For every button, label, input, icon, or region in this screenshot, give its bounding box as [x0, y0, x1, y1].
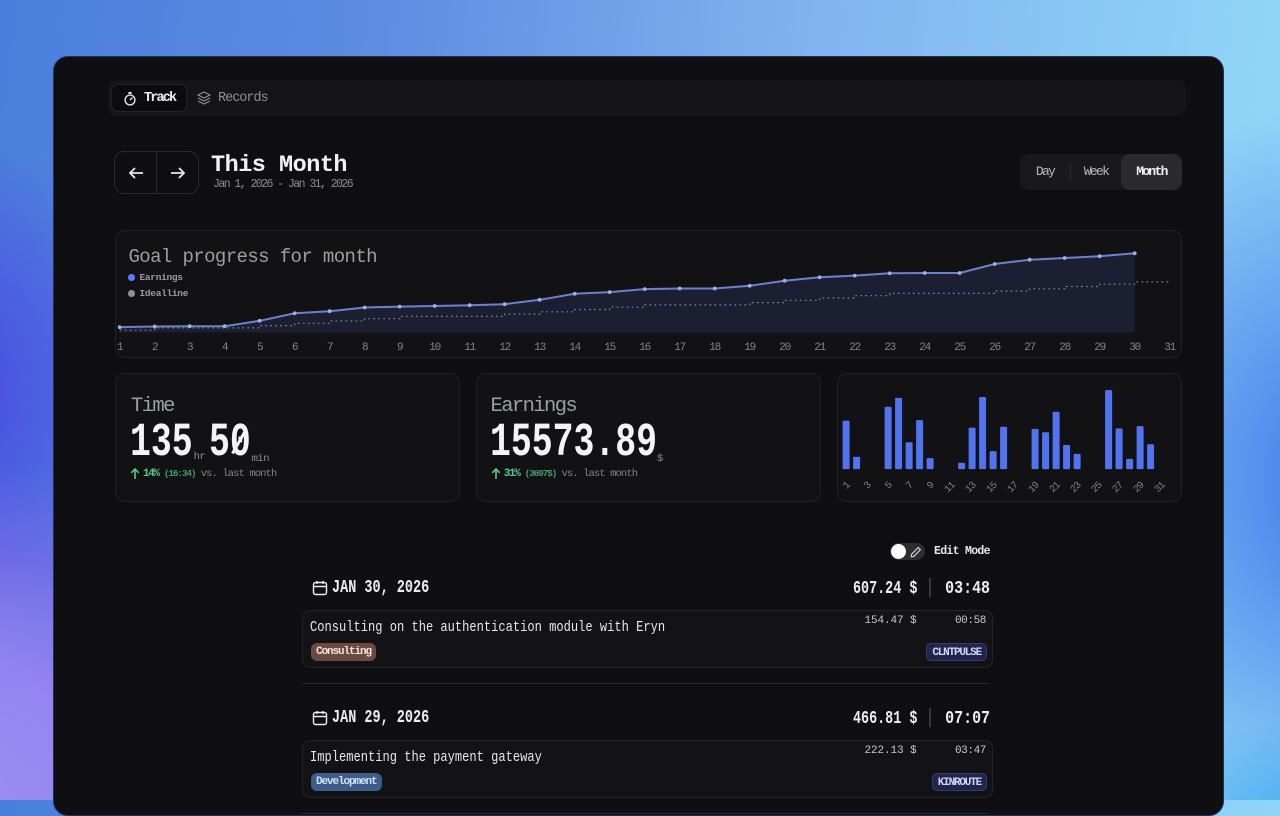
svg-text:25: 25 — [954, 342, 965, 354]
svg-text:5: 5 — [884, 480, 896, 492]
svg-text:4: 4 — [222, 342, 229, 354]
svg-text:29: 29 — [1094, 342, 1105, 354]
svg-text:29: 29 — [1132, 480, 1148, 496]
svg-text:19: 19 — [1027, 480, 1043, 496]
svg-text:13: 13 — [534, 342, 545, 354]
svg-text:31: 31 — [1164, 342, 1176, 354]
svg-text:22: 22 — [849, 342, 860, 354]
svg-text:1: 1 — [117, 342, 124, 354]
svg-text:20: 20 — [779, 342, 790, 354]
svg-text:17: 17 — [1006, 480, 1022, 496]
svg-text:3: 3 — [863, 480, 875, 492]
svg-text:15: 15 — [985, 480, 1001, 496]
svg-text:13: 13 — [964, 480, 980, 496]
svg-text:7: 7 — [327, 342, 333, 354]
svg-text:2: 2 — [152, 342, 158, 354]
svg-text:1: 1 — [842, 480, 854, 492]
svg-text:12: 12 — [499, 342, 510, 354]
svg-text:18: 18 — [709, 342, 720, 354]
svg-text:9: 9 — [926, 480, 938, 492]
svg-text:27: 27 — [1111, 480, 1127, 496]
svg-text:11: 11 — [464, 342, 476, 354]
svg-text:15: 15 — [604, 342, 615, 354]
svg-text:10: 10 — [429, 342, 440, 354]
svg-text:16: 16 — [639, 342, 650, 354]
svg-text:11: 11 — [943, 480, 959, 496]
svg-text:28: 28 — [1059, 342, 1070, 354]
svg-text:7: 7 — [905, 480, 917, 492]
svg-text:24: 24 — [919, 342, 931, 354]
svg-text:26: 26 — [989, 342, 1000, 354]
svg-text:14: 14 — [569, 342, 581, 354]
svg-text:23: 23 — [884, 342, 895, 354]
svg-text:3: 3 — [187, 342, 193, 354]
svg-text:27: 27 — [1024, 342, 1035, 354]
svg-text:21: 21 — [814, 342, 826, 354]
svg-text:17: 17 — [674, 342, 685, 354]
svg-text:31: 31 — [1153, 480, 1169, 496]
svg-text:9: 9 — [397, 342, 403, 354]
svg-text:19: 19 — [744, 342, 755, 354]
svg-text:23: 23 — [1069, 480, 1085, 496]
svg-text:5: 5 — [257, 342, 263, 354]
svg-text:25: 25 — [1090, 480, 1106, 496]
svg-text:6: 6 — [292, 342, 298, 354]
svg-text:8: 8 — [362, 342, 368, 354]
svg-text:30: 30 — [1129, 342, 1140, 354]
svg-text:21: 21 — [1048, 480, 1064, 496]
